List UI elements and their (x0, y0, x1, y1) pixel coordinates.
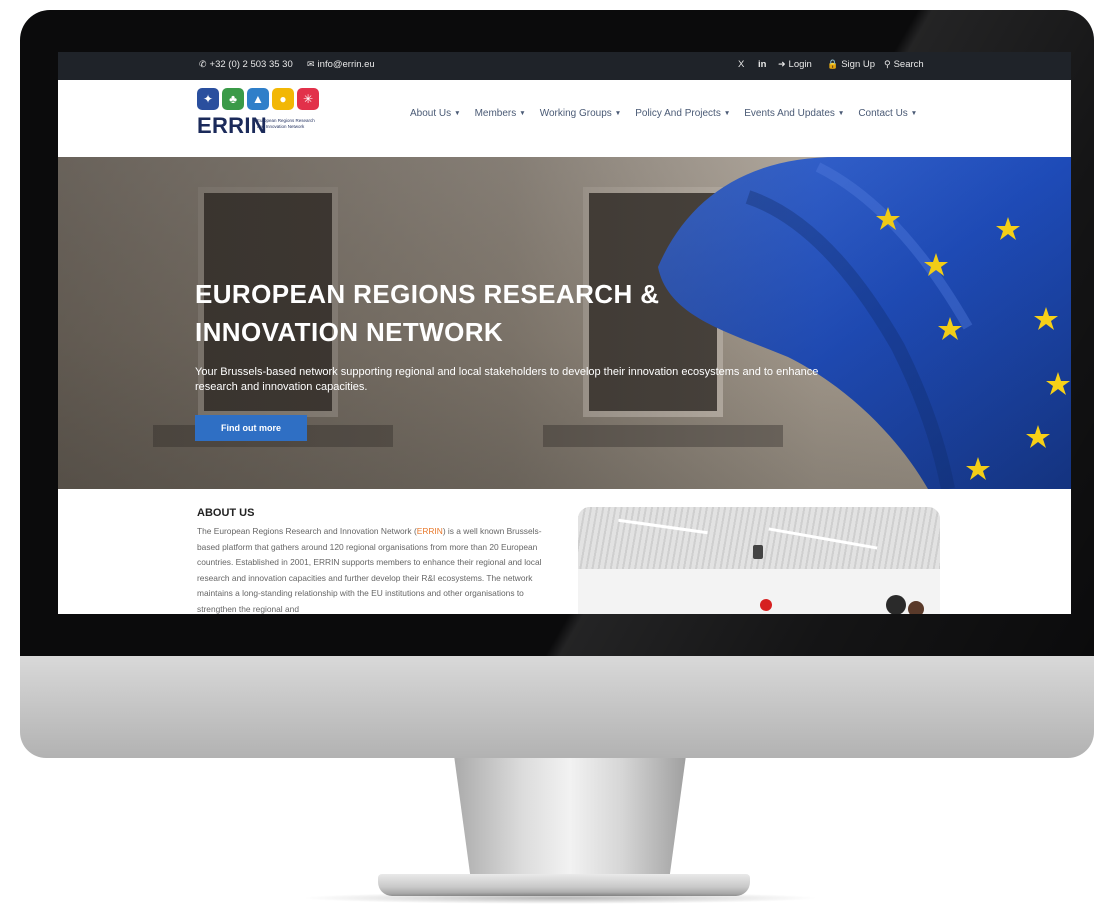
nav-members[interactable]: Members ▼ (475, 108, 526, 119)
person-head-shape (908, 601, 924, 614)
find-out-more-button[interactable]: Find out more (195, 415, 307, 441)
monitor-chin (20, 656, 1094, 758)
photo-ceiling (578, 507, 940, 569)
phone-number: +32 (0) 2 503 35 30 (209, 59, 293, 70)
nav-label: Policy And Projects (635, 108, 721, 119)
linkedin-social-link[interactable]: in (758, 59, 766, 70)
signup-label: Sign Up (841, 59, 876, 70)
flask-icon: ▲ (247, 88, 269, 110)
nav-contact-us[interactable]: Contact Us ▼ (858, 108, 917, 119)
about-text-start: The European Regions Research and Innova… (197, 526, 417, 536)
search-link[interactable]: ⚲ Search (884, 59, 924, 70)
top-bar: ✆ +32 (0) 2 503 35 30 ✉ info@errin.eu X … (58, 52, 1071, 80)
site-header: ✦ ♣ ▲ ● ✳ ERRIN European Regions Researc… (58, 80, 1071, 157)
sign-in-icon: ➜ (778, 59, 786, 69)
search-label: Search (893, 59, 924, 70)
caret-down-icon: ▼ (910, 110, 918, 117)
nav-label: Contact Us (858, 108, 908, 119)
phone-contact[interactable]: ✆ +32 (0) 2 503 35 30 (199, 59, 293, 70)
signup-link[interactable]: 🔒 Sign Up (827, 59, 875, 70)
login-link[interactable]: ➜ Login (778, 59, 812, 70)
caret-down-icon: ▼ (723, 110, 731, 117)
projector-shape (753, 545, 763, 559)
envelope-icon: ✉ (307, 59, 315, 69)
errin-link[interactable]: ERRIN (417, 526, 443, 536)
lock-icon: 🔒 (827, 59, 839, 69)
about-text: The European Regions Research and Innova… (197, 524, 559, 614)
linkedin-icon: in (758, 59, 767, 70)
hero-title-line: EUROPEAN REGIONS RESEARCH & (195, 279, 660, 309)
logo-subtitle: European Regions Research and Innovation… (257, 118, 315, 129)
nav-label: Members (474, 108, 517, 119)
search-icon: ⚲ (884, 59, 891, 69)
red-balloon-shape (760, 599, 772, 611)
caret-down-icon: ▼ (519, 110, 526, 117)
nav-about-us[interactable]: About Us ▼ (410, 108, 461, 119)
nav-label: Working Groups (539, 108, 612, 119)
monitor-stand (454, 758, 686, 880)
errin-logo[interactable]: ✦ ♣ ▲ ● ✳ ERRIN European Regions Researc… (197, 88, 327, 144)
x-social-link[interactable]: X (738, 59, 744, 70)
login-label: Login (788, 59, 812, 70)
email-contact[interactable]: ✉ info@errin.eu (307, 59, 375, 70)
hero-title-line: INNOVATION NETWORK (195, 317, 504, 347)
caret-down-icon: ▼ (454, 110, 461, 117)
stars-icon: ✦ (197, 88, 219, 110)
nav-working-groups[interactable]: Working Groups ▼ (540, 108, 622, 119)
person-head-shape (886, 595, 906, 614)
email-address: info@errin.eu (317, 59, 375, 70)
x-icon: X (738, 59, 745, 70)
caret-down-icon: ▼ (614, 110, 622, 117)
network-icon: ✳ (297, 88, 319, 110)
nav-label: Events And Updates (744, 108, 835, 119)
hero-title: EUROPEAN REGIONS RESEARCH & INNOVATION N… (195, 275, 755, 351)
caret-down-icon: ▼ (837, 110, 845, 117)
stand-shadow (300, 892, 820, 904)
tree-icon: ♣ (222, 88, 244, 110)
main-nav: About Us ▼ Members ▼ Working Groups ▼ Po… (410, 108, 917, 119)
logo-tiles: ✦ ♣ ▲ ● ✳ (197, 88, 327, 110)
website-screen: ✆ +32 (0) 2 503 35 30 ✉ info@errin.eu X … (58, 52, 1071, 614)
about-text-end: ) is a well known Brussels-based platfor… (197, 526, 542, 614)
hero-banner: EUROPEAN REGIONS RESEARCH & INNOVATION N… (58, 157, 1071, 489)
about-photo (578, 507, 940, 614)
nav-label: About Us (410, 108, 452, 119)
about-heading: ABOUT US (197, 507, 255, 519)
nav-policy-and-projects[interactable]: Policy And Projects ▼ (635, 108, 730, 119)
phone-icon: ✆ (199, 59, 207, 69)
nav-events-and-updates[interactable]: Events And Updates ▼ (744, 108, 844, 119)
hero-subtitle: Your Brussels-based network supporting r… (195, 366, 819, 393)
person-icon: ● (272, 88, 294, 110)
